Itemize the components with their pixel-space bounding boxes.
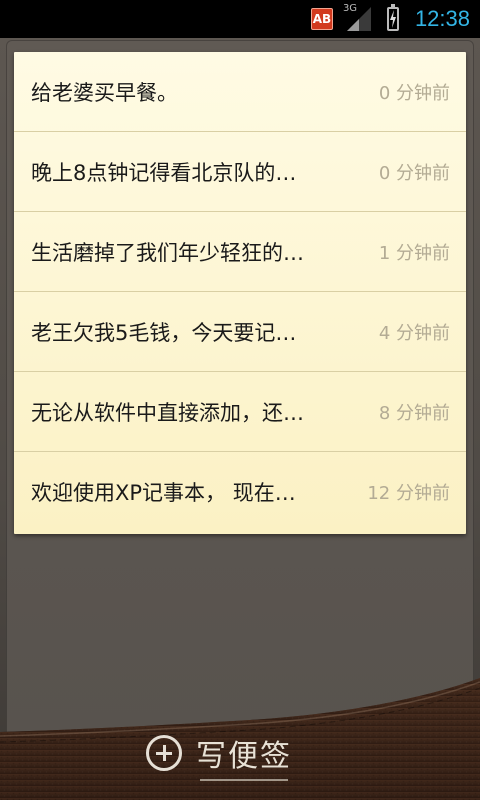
note-time: 8 分钟前 — [378, 402, 450, 424]
note-time: 12 分钟前 — [367, 483, 450, 504]
status-clock: 12:38 — [414, 6, 470, 31]
note-time: 4 分钟前 — [378, 322, 450, 344]
battery-icon — [386, 4, 399, 31]
notes-list: 给老婆买早餐。 0 分钟前 晚上8点钟记得看北京队的… 0 分钟前 生活磨掉了我… — [14, 52, 466, 534]
note-item[interactable]: 生活磨掉了我们年少轻狂的… 1 分钟前 — [14, 212, 466, 292]
note-item[interactable]: 老王欠我5毛钱，今天要记… 4 分钟前 — [14, 292, 466, 372]
note-text: 给老婆买早餐。 — [31, 80, 178, 105]
note-text: 老王欠我5毛钱，今天要记… — [31, 320, 297, 345]
note-text: 欢迎使用XP记事本， 现在… — [31, 481, 296, 505]
note-time: 0 分钟前 — [378, 162, 450, 184]
note-item[interactable]: 欢迎使用XP记事本， 现在… 12 分钟前 — [14, 452, 466, 532]
note-item[interactable]: 给老婆买早餐。 0 分钟前 — [14, 52, 466, 132]
add-note-label: 写便签 — [196, 731, 292, 781]
plus-circle-icon — [146, 735, 182, 771]
screen: AB 3G 12:38 给老婆买早餐。 0 分钟前 晚上8点钟记得看北京队的… … — [0, 0, 480, 800]
note-time: 0 分钟前 — [378, 82, 450, 104]
ab-notification-icon: AB — [310, 8, 333, 30]
note-text: 生活磨掉了我们年少轻狂的… — [31, 240, 304, 265]
note-item[interactable]: 晚上8点钟记得看北京队的… 0 分钟前 — [14, 132, 466, 212]
note-text: 无论从软件中直接添加，还… — [31, 400, 304, 425]
note-text: 晚上8点钟记得看北京队的… — [31, 160, 297, 185]
note-item[interactable]: 无论从软件中直接添加，还… 8 分钟前 — [14, 372, 466, 452]
status-bar: AB 3G 12:38 — [0, 0, 480, 38]
add-note-button[interactable]: 写便签 — [146, 728, 292, 781]
signal-icon: 3G — [343, 3, 373, 33]
note-time: 1 分钟前 — [378, 242, 450, 264]
